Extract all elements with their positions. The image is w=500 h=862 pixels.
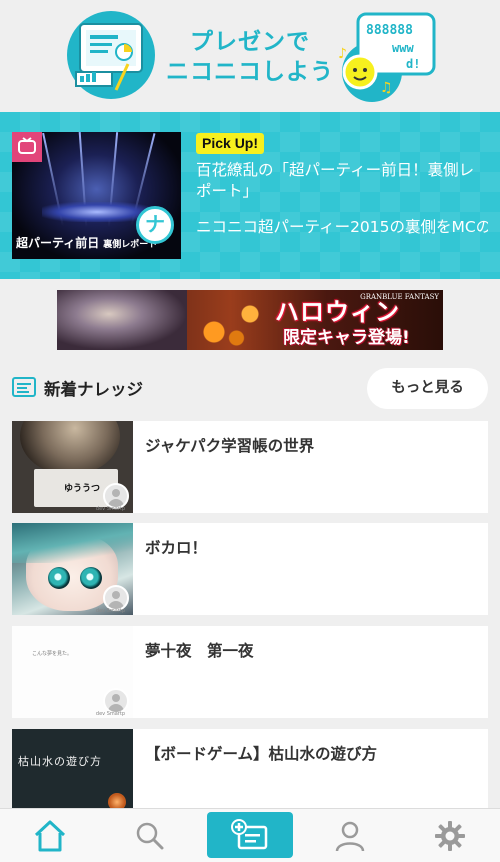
- thumb-text: ゆううつ: [64, 484, 101, 494]
- nav-search[interactable]: [105, 809, 195, 862]
- home-icon: [34, 820, 66, 852]
- user-icon: [335, 821, 365, 852]
- pickup-title[interactable]: 百花繚乱の「超パーティー前日！裏側レポート」: [196, 160, 488, 202]
- ad-subtitle: 限定キャラ登場!: [283, 328, 410, 348]
- list-item[interactable]: ゆううつ dev Smartp ジャケパク学習帳の世界: [12, 421, 488, 513]
- nav-home[interactable]: [5, 809, 95, 862]
- user-badge: ナ: [136, 206, 174, 244]
- thumb-text: こんな夢を見た。: [32, 651, 73, 657]
- nav-settings[interactable]: [405, 809, 495, 862]
- svg-text:d!: d!: [406, 57, 420, 71]
- list-item[interactable]: こんな夢を見た。 dev Smartp 夢十夜 第一夜: [12, 626, 488, 718]
- character-hair: [12, 523, 133, 563]
- svg-text:www: www: [392, 41, 414, 55]
- pickup-description: ニコニコ超パーティー2015の裏側をMCの百花繚乱さんに紹介していた…: [196, 218, 488, 236]
- caption-main: 超パーティ前日: [16, 236, 100, 250]
- planet-image: [20, 421, 120, 475]
- ad-logo: GRANBLUE FANTASY: [360, 293, 439, 301]
- stage: [42, 202, 152, 222]
- thumb-text: 枯山水の遊び方: [18, 755, 102, 768]
- pickup-label: Pick Up!: [196, 133, 265, 154]
- item-title: ボカロ！: [145, 539, 208, 557]
- author-name: dev Smartp: [95, 608, 125, 614]
- author-name: dev Smartp: [95, 711, 125, 717]
- monitor-music-icon: 888888 www d! ♪ ♫: [338, 12, 436, 102]
- search-icon: [136, 822, 164, 850]
- item-title: 【ボードゲーム】枯山水の遊び方: [145, 745, 378, 763]
- promo-banner[interactable]: プレゼンで ニコニコしよう 888888 www d! ♪ ♫: [0, 0, 500, 112]
- presentation-icon: [67, 11, 155, 99]
- list-item[interactable]: dev Smartp ボカロ！: [12, 523, 488, 615]
- pumpkin-decoration: [187, 290, 277, 350]
- thumbnail-caption: 超パーティ前日 裏側レポート: [16, 234, 157, 251]
- character-eye: [48, 567, 70, 589]
- promo-line1: プレゼンで: [190, 29, 310, 55]
- item-thumbnail: dev Smartp: [12, 523, 133, 615]
- item-thumbnail: ゆううつ dev Smartp: [12, 421, 133, 513]
- post-icon: [231, 819, 268, 850]
- promo-text: プレゼンで ニコニコしよう: [150, 27, 350, 87]
- item-title: ジャケパク学習帳の世界: [145, 437, 315, 455]
- promo-line2: ニコニコしよう: [166, 59, 334, 85]
- svg-text:♪: ♪: [338, 46, 347, 62]
- section-title: 新着ナレッジ: [44, 380, 143, 399]
- nav-post[interactable]: [207, 812, 293, 858]
- item-thumbnail: こんな夢を見た。 dev Smartp: [12, 626, 133, 718]
- item-title: 夢十夜 第一夜: [145, 642, 254, 660]
- gear-icon: [435, 821, 465, 851]
- knowledge-icon: [12, 377, 36, 397]
- niconico-tag-icon: [12, 132, 42, 162]
- ad-banner[interactable]: ハロウィン 限定キャラ登場! GRANBLUE FANTASY: [57, 290, 443, 350]
- character-eye: [80, 567, 102, 589]
- svg-text:♫: ♫: [380, 80, 393, 96]
- more-button[interactable]: もっと見る: [367, 368, 488, 409]
- svg-text:888888: 888888: [366, 23, 413, 38]
- ad-character-image: [57, 290, 187, 350]
- nav-mypage[interactable]: [305, 809, 395, 862]
- author-name: dev Smartp: [95, 506, 125, 512]
